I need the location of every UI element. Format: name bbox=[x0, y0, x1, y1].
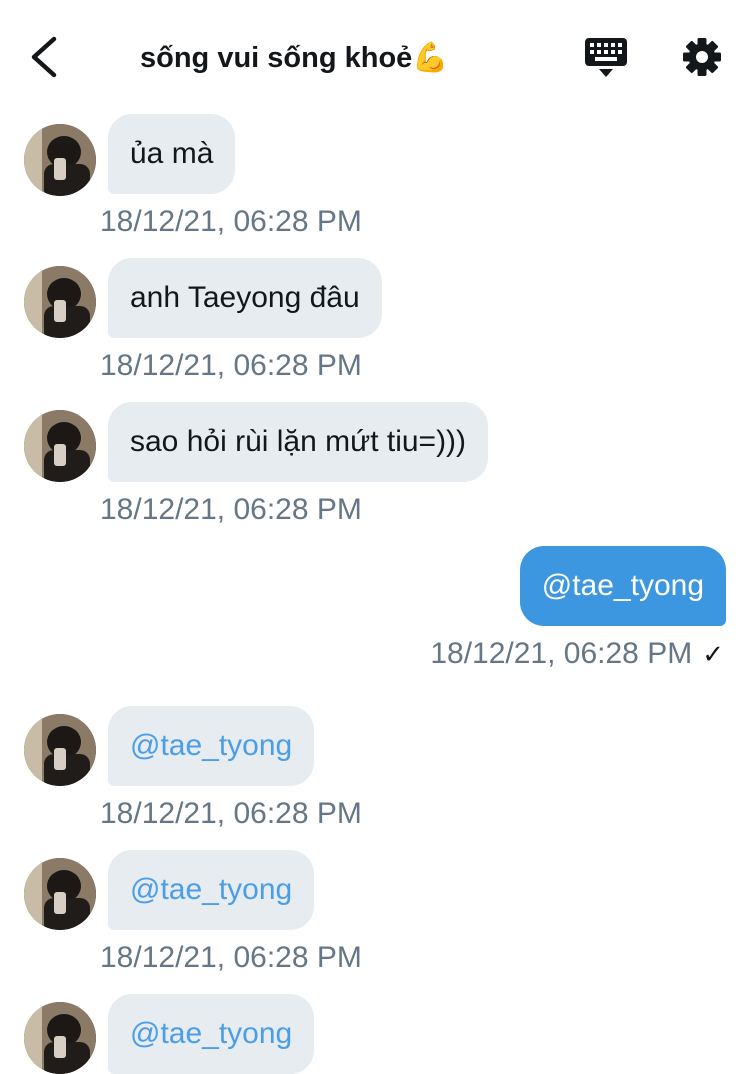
keyboard-icon bbox=[585, 38, 627, 77]
avatar[interactable] bbox=[24, 410, 96, 482]
avatar[interactable] bbox=[24, 714, 96, 786]
message-timestamp: 18/12/21, 06:28 PM bbox=[100, 349, 362, 382]
chevron-left-icon bbox=[31, 36, 57, 78]
gear-icon bbox=[683, 38, 721, 76]
message-bubble-incoming[interactable]: anh Taeyong đâu bbox=[108, 258, 382, 338]
message-bubble-incoming[interactable]: ủa mà bbox=[108, 114, 236, 194]
message-bubble-incoming[interactable]: sao hỏi rùi lặn mứt tiu=))) bbox=[108, 402, 489, 482]
message-time: 18/12/21, 06:28 PM bbox=[430, 637, 693, 670]
message-timestamp: 18/12/21, 06:28 PM ✓ bbox=[430, 634, 724, 674]
avatar[interactable] bbox=[24, 1002, 96, 1074]
back-button[interactable] bbox=[22, 30, 70, 84]
message-timestamp: 18/12/21, 06:28 PM bbox=[100, 493, 362, 526]
conversation-header: sống vui sống khoẻ💪 bbox=[0, 0, 750, 110]
sent-check-icon: ✓ bbox=[702, 639, 724, 669]
mention-link[interactable]: @tae_tyong bbox=[108, 850, 315, 930]
avatar[interactable] bbox=[24, 858, 96, 930]
mention-link[interactable]: @tae_tyong bbox=[108, 994, 315, 1074]
message-timestamp: 18/12/21, 06:28 PM bbox=[100, 941, 362, 974]
avatar[interactable] bbox=[24, 124, 96, 196]
settings-button[interactable] bbox=[678, 34, 726, 80]
mention-link[interactable]: @tae_tyong bbox=[108, 706, 315, 786]
conversation-title: sống vui sống khoẻ💪 bbox=[140, 42, 449, 74]
message-timestamp: 18/12/21, 06:28 PM bbox=[100, 205, 362, 238]
avatar[interactable] bbox=[24, 266, 96, 338]
message-bubble-outgoing[interactable]: @tae_tyong bbox=[519, 546, 726, 626]
message-timestamp: 18/12/21, 06:28 PM bbox=[100, 797, 362, 830]
keyboard-toggle-button[interactable] bbox=[582, 36, 630, 80]
